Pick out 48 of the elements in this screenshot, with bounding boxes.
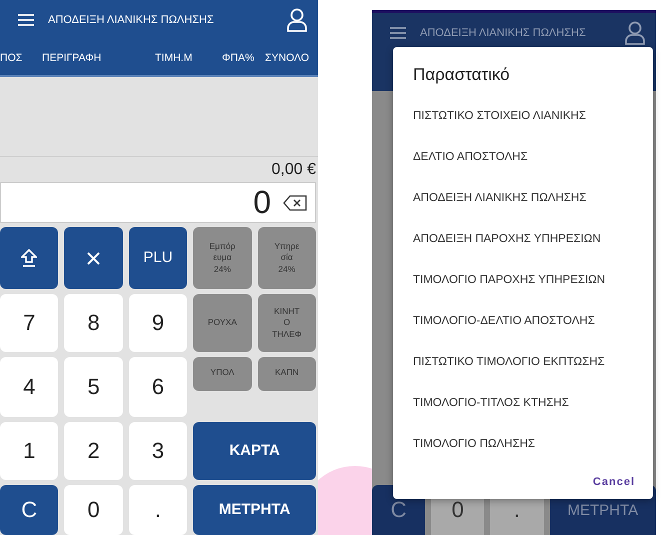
dialog-option[interactable]: ΤΙΜΟΛΟΓΙΟ ΠΩΛΗΣΗΣ <box>413 423 653 464</box>
column-header: ΠΟΣ <box>0 52 24 64</box>
dialog-title: Παραστατικό <box>413 65 511 85</box>
digit-key[interactable]: 1 <box>0 422 58 480</box>
digit-key[interactable]: 3 <box>128 422 188 480</box>
amount-field[interactable]: 0 <box>0 182 316 223</box>
shift-icon <box>21 249 38 267</box>
column-header: ΠΕΡΙΓΡΑΦΗ <box>42 52 102 64</box>
user-icon[interactable] <box>286 8 308 32</box>
dialog-option[interactable]: ΤΙΜΟΛΟΓΙΟ ΠΑΡΟΧΗΣ ΥΠΗΡΕΣΙΩΝ <box>413 259 653 300</box>
column-header: ΣΥΝΟΛΟ <box>265 52 310 64</box>
category-tile[interactable]: ΡΟΥΧΑ <box>193 294 252 352</box>
category-tile[interactable]: ΥΠΟΛ <box>193 357 252 391</box>
column-header: ΤΙΜΗ.Μ <box>155 52 194 64</box>
dialog-option[interactable]: ΑΠΟΔΕΙΞΗ ΠΑΡΟΧΗΣ ΥΠΗΡΕΣΙΩΝ <box>413 218 653 259</box>
digit-key[interactable]: 7 <box>0 294 58 352</box>
digit-key[interactable]: . <box>128 485 188 535</box>
multiply-icon <box>87 252 100 264</box>
clear-key[interactable]: C <box>0 485 58 535</box>
plu-key[interactable]: PLU <box>128 227 188 289</box>
dialog-option[interactable]: ΤΙΜΟΛΟΓΙΟ-ΤΙΤΛΟΣ ΚΤΗΣΗΣ <box>413 382 653 423</box>
digit-key[interactable]: 9 <box>128 294 188 352</box>
dialog-option[interactable]: ΠΙΣΤΩΤΙΚΟ ΣΤΟΙΧΕΙΟ ΛΙΑΝΙΚΗΣ <box>413 95 653 136</box>
digit-key[interactable]: 6 <box>128 357 188 417</box>
dialog-option[interactable]: ΑΠΟΔΕΙΞΗ ΛΙΑΝΙΚΗΣ ΠΩΛΗΣΗΣ <box>413 177 653 218</box>
digit-key[interactable]: 2 <box>64 422 123 480</box>
column-header: ΦΠΑ% <box>222 52 256 64</box>
payment-button[interactable]: ΜΕΤΡΗΤΑ <box>193 485 316 535</box>
multiply-key[interactable] <box>64 227 123 289</box>
total-amount: 0,00 € <box>272 161 316 180</box>
category-tile[interactable]: Εμπόρ ευμα 24% <box>193 227 252 289</box>
category-tile[interactable]: ΚΑΠΝ <box>258 357 316 391</box>
menu-icon[interactable] <box>390 27 406 39</box>
payment-button[interactable]: ΚΑΡΤΑ <box>193 422 316 480</box>
dialog-option[interactable]: ΤΙΜΟΛΟΓΙΟ-ΔΕΛΤΙΟ ΑΠΟΣΤΟΛΗΣ <box>413 300 653 341</box>
digit-key[interactable]: 5 <box>64 357 123 417</box>
backspace-icon[interactable] <box>283 194 307 211</box>
shift-key[interactable] <box>0 227 58 289</box>
screen-title: ΑΠΟΔΕΙΞΗ ΛΙΑΝΙΚΗΣ ΠΩΛΗΣΗΣ <box>420 27 587 39</box>
digit-key[interactable]: 0 <box>64 485 123 535</box>
digit-key[interactable]: 8 <box>64 294 123 352</box>
screen-title: ΑΠΟΔΕΙΞΗ ΛΙΑΝΙΚΗΣ ΠΩΛΗΣΗΣ <box>48 14 215 26</box>
user-icon[interactable] <box>624 21 646 45</box>
category-tile[interactable]: ΚΙΝΗΤ Ο ΤΗΛΕΦ <box>258 294 316 352</box>
category-tile[interactable]: Υπηρε σία 24% <box>258 227 316 289</box>
digit-key[interactable]: 4 <box>0 357 58 417</box>
dialog-option[interactable]: ΔΕΛΤΙΟ ΑΠΟΣΤΟΛΗΣ <box>413 136 653 177</box>
dialog-option[interactable]: ΠΙΣΤΩΤΙΚΟ ΤΙΜΟΛΟΓΙΟ ΕΚΠΤΩΣΗΣ <box>413 341 653 382</box>
